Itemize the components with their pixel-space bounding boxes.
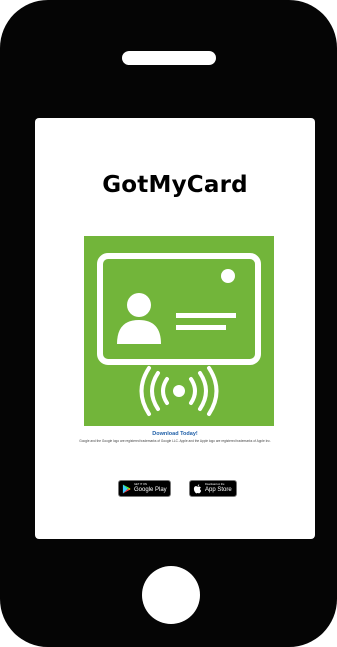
home-button[interactable] <box>142 566 200 624</box>
id-card-contactless-icon <box>84 236 274 426</box>
app-store-badge[interactable]: Download on the App Store <box>189 480 237 497</box>
phone-speaker <box>122 51 216 65</box>
download-title: Download Today! <box>152 431 198 437</box>
google-play-icon <box>122 484 131 493</box>
apple-icon <box>193 483 202 493</box>
apple-badge-big-text: App Store <box>205 486 232 493</box>
app-title: GotMyCard <box>102 172 248 198</box>
google-play-badge[interactable]: GET IT ON Google Play <box>118 480 171 497</box>
google-badge-big-text: Google Play <box>134 486 167 493</box>
phone-frame: GotMyCard Download Today! Google and the <box>0 0 337 647</box>
phone-screen: GotMyCard Download Today! Google and the <box>35 118 315 539</box>
trademark-notice: Google and the Google logo are registere… <box>79 439 271 443</box>
